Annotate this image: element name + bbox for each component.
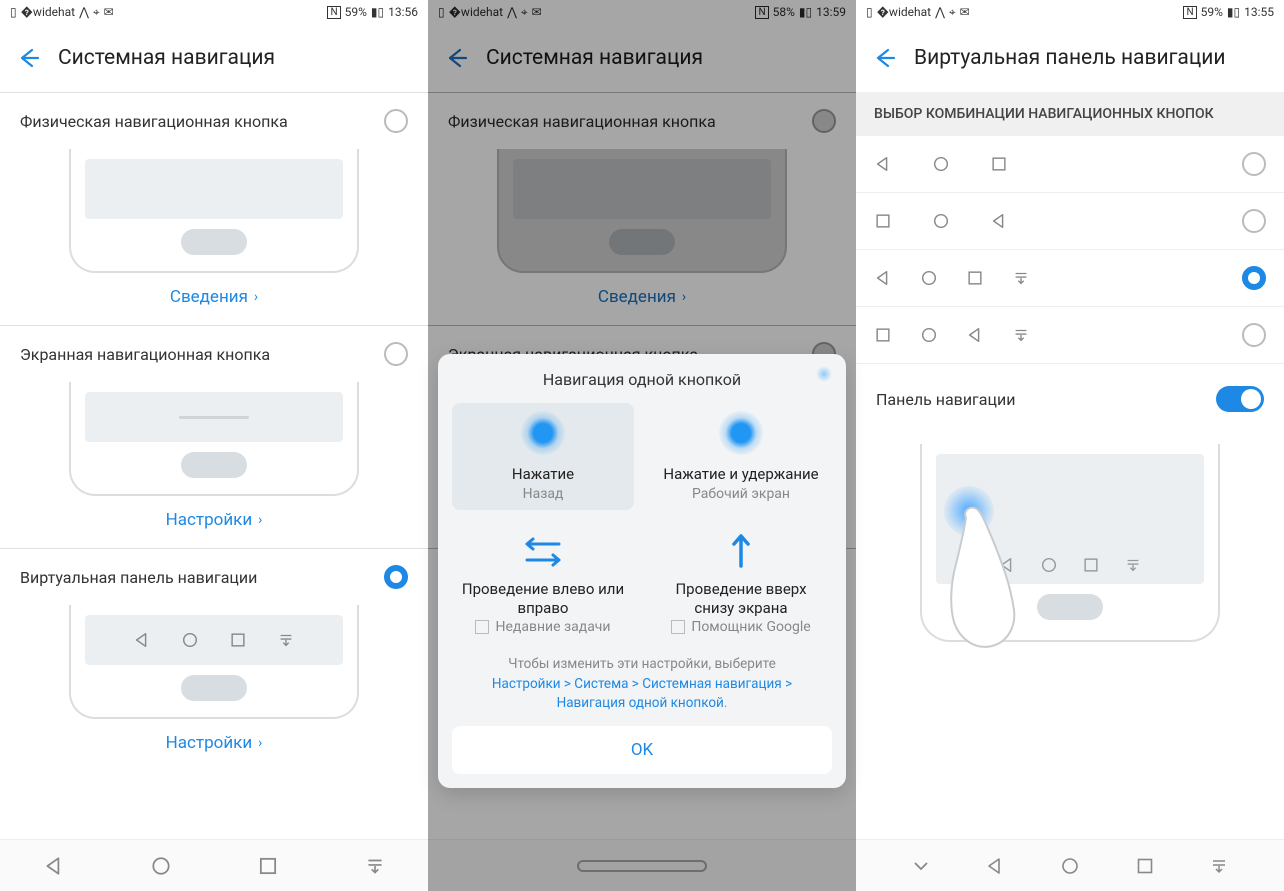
checkbox-icon bbox=[475, 620, 489, 634]
nfc-icon: N bbox=[327, 6, 340, 19]
chevron-right-icon: › bbox=[254, 289, 258, 305]
back-icon bbox=[874, 155, 892, 173]
dialog-note: Чтобы изменить эти настройки, выберите Н… bbox=[452, 655, 832, 714]
combo-radio-4[interactable] bbox=[1242, 323, 1266, 347]
settings-link-onscreen[interactable]: Настройки› bbox=[0, 496, 428, 548]
nav-panel-toggle-row[interactable]: Панель навигации bbox=[856, 364, 1284, 434]
system-nav-bar[interactable] bbox=[0, 839, 428, 891]
tap-icon bbox=[521, 411, 565, 455]
battery-icon: ▮▯ bbox=[371, 5, 384, 19]
wifi-icon: �widehat bbox=[21, 5, 75, 19]
nav-back-icon bbox=[43, 855, 65, 877]
combo-option-2[interactable] bbox=[856, 193, 1284, 250]
nav-chevron-down-icon bbox=[911, 856, 931, 876]
bt-icon: ⋀ bbox=[79, 5, 89, 19]
preview-virtual bbox=[69, 605, 359, 719]
dialog-title: Навигация одной кнопкой bbox=[452, 370, 832, 389]
swipe-lr-icon bbox=[521, 534, 565, 570]
nav-down-icon bbox=[364, 855, 386, 877]
details-link-physical[interactable]: Сведения› bbox=[0, 273, 428, 325]
radio-onscreen[interactable] bbox=[384, 342, 408, 366]
option-physical-nav[interactable]: Физическая навигационная кнопка bbox=[0, 93, 428, 143]
preview-onscreen bbox=[69, 382, 359, 496]
preview-physical bbox=[69, 149, 359, 273]
nav-home-icon bbox=[1060, 856, 1080, 876]
status-bar: ▯ �widehat ⋀ ⌖ ✉ N 59% ▮▯ 13:56 bbox=[0, 0, 428, 24]
screen-system-navigation: ▯ �widehat ⋀ ⌖ ✉ N 59% ▮▯ 13:56 Системна… bbox=[0, 0, 428, 891]
ok-button[interactable]: OK bbox=[452, 726, 832, 774]
option-virtual-panel[interactable]: Виртуальная панель навигации bbox=[0, 549, 428, 599]
nav-down-icon bbox=[1209, 856, 1229, 876]
system-nav-bar[interactable] bbox=[856, 839, 1284, 891]
gesture-long-press[interactable]: Нажатие и удержание Рабочий экран bbox=[650, 403, 832, 510]
back-button[interactable] bbox=[16, 46, 40, 70]
one-button-nav-dialog: Навигация одной кнопкой Нажатие Назад На… bbox=[438, 354, 846, 788]
indicator-dot bbox=[816, 366, 832, 382]
battery-percent: 59% bbox=[345, 5, 367, 19]
nav-panel-label: Панель навигации bbox=[876, 390, 1015, 409]
recent-icon bbox=[990, 155, 1008, 173]
preview-virtual-panel bbox=[920, 444, 1220, 642]
combo-radio-3[interactable] bbox=[1242, 266, 1266, 290]
mail-icon: ✉ bbox=[104, 5, 114, 19]
longpress-icon bbox=[719, 411, 763, 455]
settings-link-virtual[interactable]: Настройки› bbox=[0, 719, 428, 771]
radio-physical[interactable] bbox=[384, 109, 408, 133]
page-title: Виртуальная панель навигации bbox=[914, 46, 1226, 70]
screen-virtual-nav-panel: ▯�widehat⋀⌖✉ N 59%▮▯ 13:55 Виртуальная п… bbox=[856, 0, 1284, 891]
nav-back-icon bbox=[985, 856, 1005, 876]
nav-panel-switch[interactable] bbox=[1216, 386, 1264, 412]
back-button[interactable] bbox=[872, 46, 896, 70]
combo-radio-2[interactable] bbox=[1242, 209, 1266, 233]
nav-recent-icon bbox=[257, 855, 279, 877]
gesture-swipe-lr[interactable]: Проведение влево или вправо Недавние зад… bbox=[452, 522, 634, 644]
option-onscreen-nav[interactable]: Экранная навигационная кнопка bbox=[0, 326, 428, 376]
app-header: Системная навигация bbox=[0, 24, 428, 92]
combo-option-4[interactable] bbox=[856, 307, 1284, 364]
section-header: ВЫБОР КОМБИНАЦИИ НАВИГАЦИОННЫХ КНОПОК bbox=[856, 92, 1284, 136]
combo-option-1[interactable] bbox=[856, 136, 1284, 193]
gesture-swipe-up[interactable]: Проведение вверх снизу экрана Помощник G… bbox=[650, 522, 832, 644]
status-bar: ▯�widehat⋀⌖✉ N 59%▮▯ 13:55 bbox=[856, 0, 1284, 24]
gesture-tap[interactable]: Нажатие Назад bbox=[452, 403, 634, 510]
combo-radio-1[interactable] bbox=[1242, 152, 1266, 176]
nav-home-icon bbox=[150, 855, 172, 877]
sim-icon: ▯ bbox=[10, 5, 17, 19]
home-pill-icon bbox=[181, 229, 247, 255]
radio-virtual[interactable] bbox=[384, 565, 408, 589]
page-title: Системная навигация bbox=[58, 46, 275, 70]
clock: 13:56 bbox=[388, 5, 418, 19]
nav-recent-icon bbox=[1135, 856, 1155, 876]
combo-option-3[interactable] bbox=[856, 250, 1284, 307]
home-icon bbox=[932, 155, 950, 173]
swipe-up-icon bbox=[727, 530, 755, 570]
location-icon: ⌖ bbox=[93, 5, 100, 20]
screen-system-navigation-modal: ▯�widehat⋀⌖✉ N 58%▮▯ 13:59 Системная нав… bbox=[428, 0, 856, 891]
